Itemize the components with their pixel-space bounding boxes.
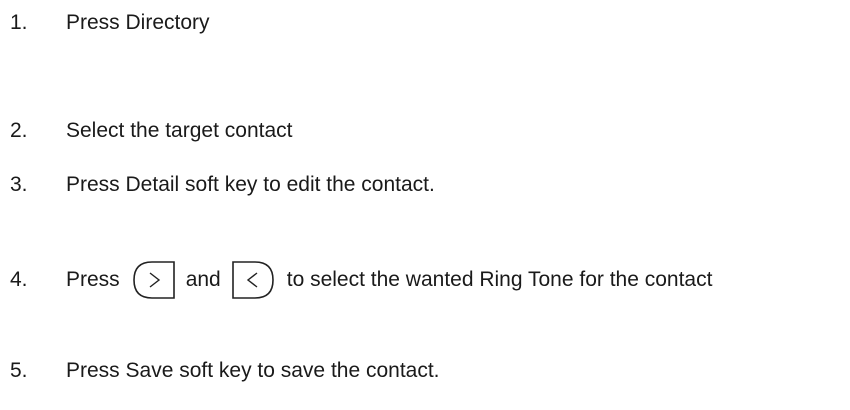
step-number: 1. <box>10 11 28 34</box>
step-text: Press and to select the wanted Ring Tone… <box>66 260 712 300</box>
step-text: Press Save soft key to save the contact. <box>66 359 440 382</box>
step-text-after: to select the wanted Ring Tone for the c… <box>286 268 713 291</box>
left-arrow-key-icon <box>231 260 277 300</box>
step-number: 3. <box>10 173 28 196</box>
right-arrow-key-icon <box>130 260 176 300</box>
step-number: 4. <box>10 268 28 291</box>
step-number: 2. <box>10 119 28 142</box>
step-number: 5. <box>10 359 28 382</box>
step-text: Press Directory <box>66 11 210 34</box>
step-text-middle: and <box>185 268 221 291</box>
step-text: Press Detail soft key to edit the contac… <box>66 173 435 196</box>
step-text: Select the target contact <box>66 119 293 142</box>
step-text-before: Press <box>66 268 120 291</box>
